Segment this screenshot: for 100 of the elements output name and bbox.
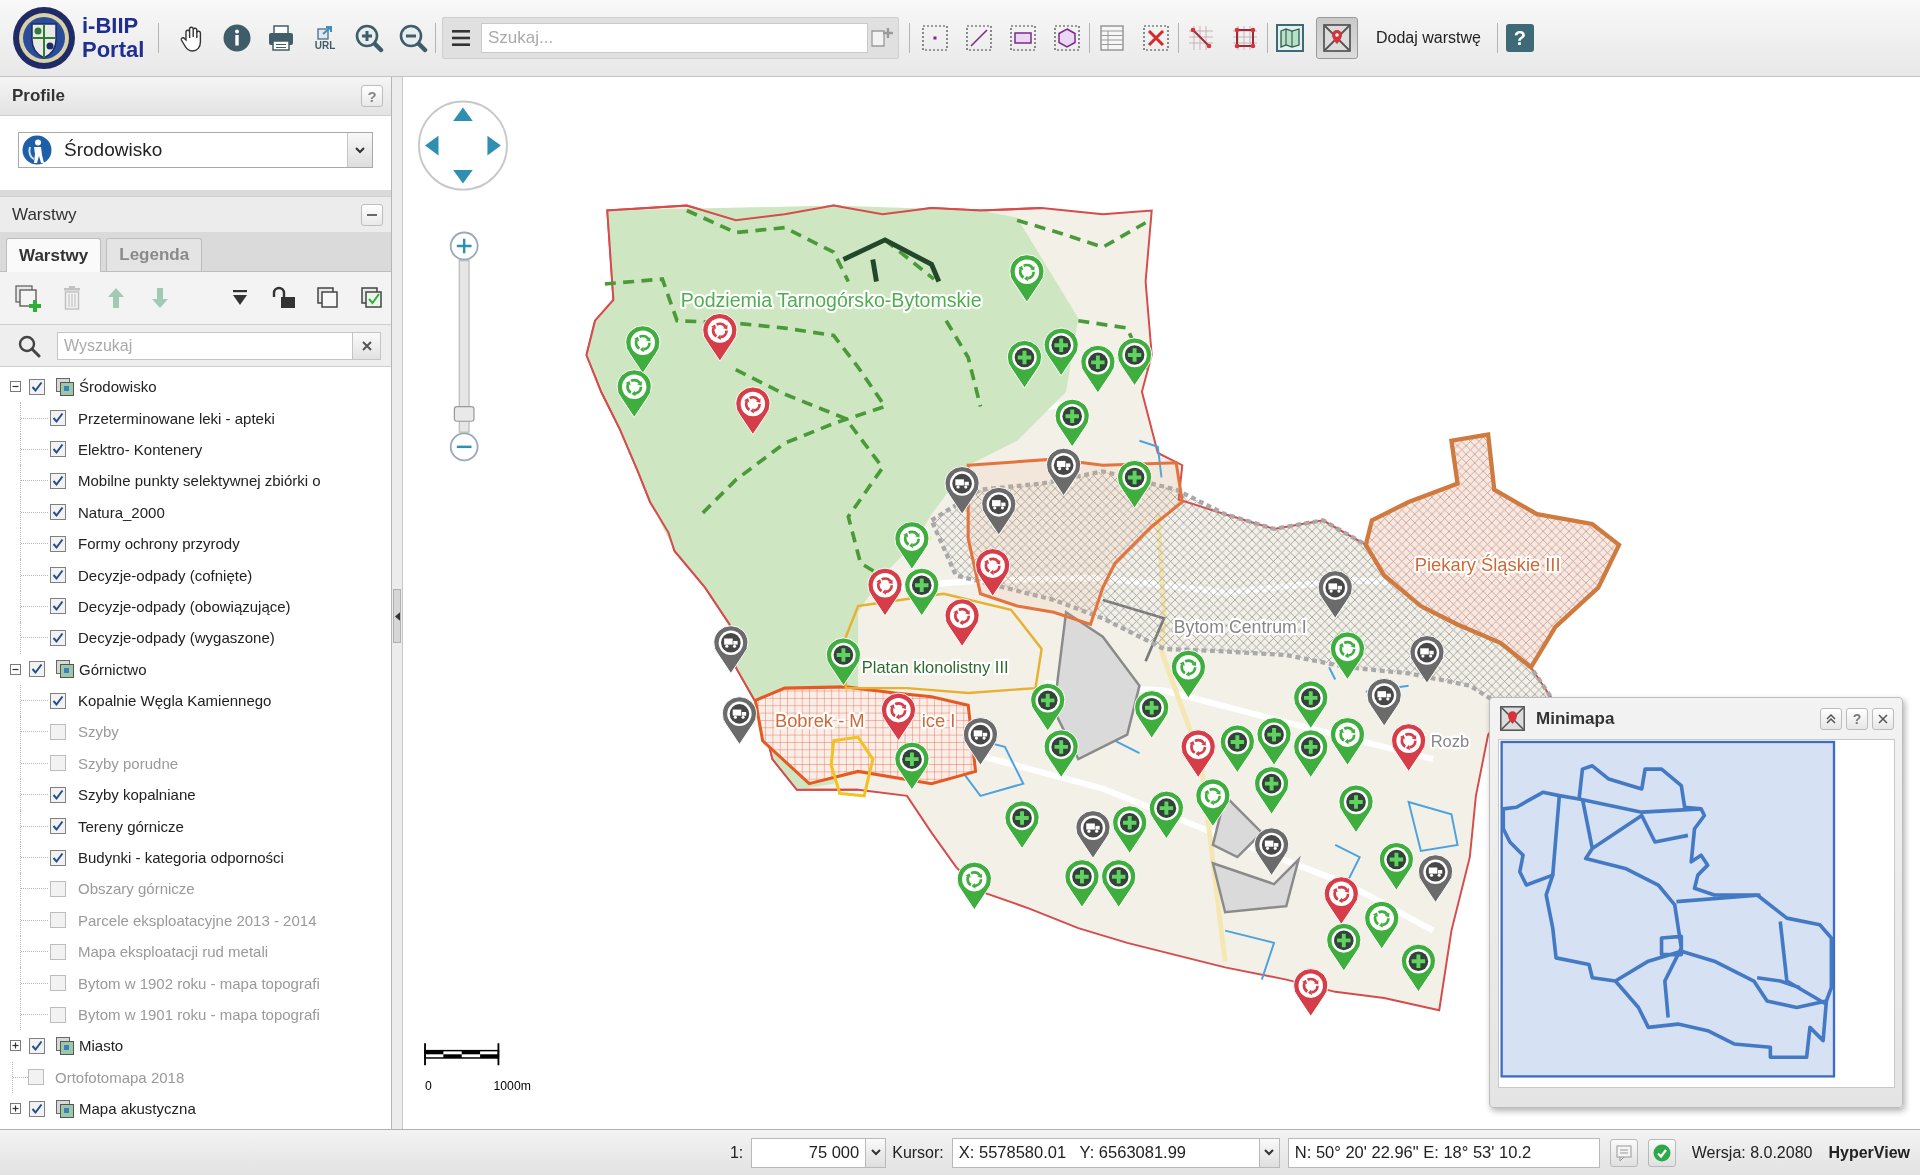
cross-pin-icon[interactable]	[1117, 459, 1153, 509]
checkbox[interactable]	[50, 755, 66, 772]
collapse-handle[interactable]	[393, 589, 401, 643]
close-button[interactable]	[1872, 707, 1894, 730]
recycle-pin-icon[interactable]	[1391, 723, 1427, 772]
scale-field[interactable]: 75 000	[751, 1137, 867, 1168]
layer-name[interactable]: Szyby kopalniane	[78, 786, 196, 804]
collapse-icon[interactable]	[10, 381, 21, 393]
cross-pin-icon[interactable]	[894, 741, 930, 791]
truck-pin-icon[interactable]	[1366, 677, 1402, 727]
cross-pin-icon[interactable]	[1043, 327, 1079, 377]
arrow-left-icon[interactable]	[425, 135, 439, 156]
select-rectangle-icon[interactable]	[1008, 23, 1038, 53]
layer-name[interactable]: Mobilne punkty selektywnej zbiórki o	[78, 472, 321, 490]
truck-pin-icon[interactable]	[944, 466, 980, 515]
checkbox[interactable]	[50, 880, 66, 897]
cross-pin-icon[interactable]	[1400, 943, 1436, 993]
layer-name[interactable]: Elektro- Kontenery	[78, 440, 203, 458]
cross-pin-icon[interactable]	[1326, 922, 1362, 972]
layer-name[interactable]: Tereny górnicze	[78, 817, 184, 835]
recycle-pin-icon[interactable]	[625, 325, 661, 374]
checkbox[interactable]	[50, 943, 66, 960]
recycle-pin-icon[interactable]	[616, 369, 652, 418]
layer-name[interactable]: Miasto	[79, 1037, 124, 1055]
layer-name[interactable]: Kopalnie Węgla Kamiennego	[78, 692, 272, 710]
layer-name[interactable]: Decyzje-odpady (cofnięte)	[78, 566, 253, 584]
cross-pin-icon[interactable]	[1254, 766, 1290, 815]
truck-pin-icon[interactable]	[721, 696, 758, 745]
recycle-pin-icon[interactable]	[975, 548, 1011, 597]
layer-name[interactable]: Decyzje-odpady (wygaszone)	[78, 629, 275, 647]
recycle-pin-icon[interactable]	[1009, 254, 1045, 303]
truck-pin-icon[interactable]	[713, 625, 749, 674]
arrow-up-icon[interactable]	[453, 107, 473, 122]
checkbox[interactable]	[50, 535, 66, 552]
cross-pin-icon[interactable]	[1256, 717, 1292, 766]
collapse-button[interactable]	[1820, 707, 1842, 730]
cross-pin-icon[interactable]	[1064, 859, 1100, 908]
printer-icon[interactable]	[266, 23, 296, 53]
minimap-view[interactable]	[1498, 739, 1895, 1088]
truck-pin-icon[interactable]	[1409, 635, 1445, 684]
checkbox[interactable]	[50, 567, 66, 584]
collapse-icon[interactable]	[10, 663, 21, 675]
cross-pin-icon[interactable]	[1101, 859, 1137, 908]
recycle-pin-icon[interactable]	[1293, 968, 1329, 1017]
checkbox[interactable]	[50, 724, 66, 740]
layer-name[interactable]: Górnictwo	[79, 660, 147, 678]
cross-pin-icon[interactable]	[1054, 398, 1090, 448]
minimap-toggle-button[interactable]	[1316, 17, 1358, 59]
expand-icon[interactable]	[10, 1103, 21, 1115]
status-button[interactable]	[1647, 1138, 1676, 1167]
zoom-in-button[interactable]	[449, 231, 479, 261]
recycle-pin-icon[interactable]	[867, 567, 903, 617]
tab[interactable]: Warstwy	[6, 238, 102, 272]
measure-distance-icon[interactable]	[1186, 23, 1216, 53]
cross-pin-icon[interactable]	[904, 567, 940, 617]
cross-pin-icon[interactable]	[1080, 344, 1116, 394]
checkbox[interactable]	[29, 661, 45, 678]
cross-pin-icon[interactable]	[1030, 682, 1066, 732]
coordinates-field[interactable]: X: 5578580.01 Y: 6563081.99	[951, 1137, 1260, 1168]
recycle-pin-icon[interactable]	[956, 861, 992, 911]
recycle-pin-icon[interactable]	[702, 312, 738, 362]
truck-pin-icon[interactable]	[1317, 570, 1353, 619]
layer-name[interactable]: Przeterminowane leki - apteki	[78, 409, 275, 427]
truck-pin-icon[interactable]	[1046, 447, 1082, 497]
cross-pin-icon[interactable]	[1004, 800, 1040, 850]
cross-pin-icon[interactable]	[1112, 805, 1148, 854]
zoom-slider-track[interactable]	[453, 260, 475, 433]
add-layer-button[interactable]: Dodaj warstwę	[1368, 23, 1489, 53]
recycle-pin-icon[interactable]	[1323, 876, 1359, 925]
layer-name[interactable]: Natura_2000	[78, 503, 165, 521]
checkbox[interactable]	[29, 378, 45, 395]
measure-area-icon[interactable]	[1230, 23, 1260, 53]
recycle-pin-icon[interactable]	[735, 386, 771, 436]
truck-pin-icon[interactable]	[962, 717, 999, 766]
checkbox[interactable]	[50, 504, 66, 521]
cross-pin-icon[interactable]	[1293, 729, 1329, 778]
clear-button[interactable]	[353, 331, 381, 360]
table-icon[interactable]	[1097, 23, 1127, 53]
layer-name[interactable]: Budynki - kategoria odporności	[78, 849, 284, 867]
truck-pin-icon[interactable]	[1075, 810, 1111, 859]
dropdown-button[interactable]	[347, 133, 372, 167]
checkbox[interactable]	[50, 849, 66, 866]
cross-pin-icon[interactable]	[1006, 339, 1043, 389]
checkbox[interactable]	[50, 786, 66, 803]
zoom-in-icon[interactable]	[354, 23, 384, 53]
pan-control[interactable]	[417, 100, 508, 191]
cross-pin-icon[interactable]	[1293, 680, 1329, 729]
cross-pin-icon[interactable]	[1117, 337, 1153, 387]
truck-pin-icon[interactable]	[981, 486, 1017, 536]
zoom-slider-handle[interactable]	[453, 405, 475, 422]
layer-name[interactable]: Decyzje-odpady (obowiązujące)	[78, 597, 291, 615]
cross-pin-icon[interactable]	[1378, 842, 1414, 891]
cross-pin-icon[interactable]	[1134, 690, 1170, 739]
cross-pin-icon[interactable]	[1219, 724, 1255, 774]
select-point-icon[interactable]	[920, 23, 950, 53]
cross-pin-icon[interactable]	[1338, 784, 1374, 834]
search-field[interactable]: Wyszukaj	[57, 331, 353, 360]
checkbox[interactable]	[50, 1006, 66, 1023]
checkbox[interactable]	[50, 975, 66, 992]
zoom-out-icon[interactable]	[398, 23, 428, 53]
